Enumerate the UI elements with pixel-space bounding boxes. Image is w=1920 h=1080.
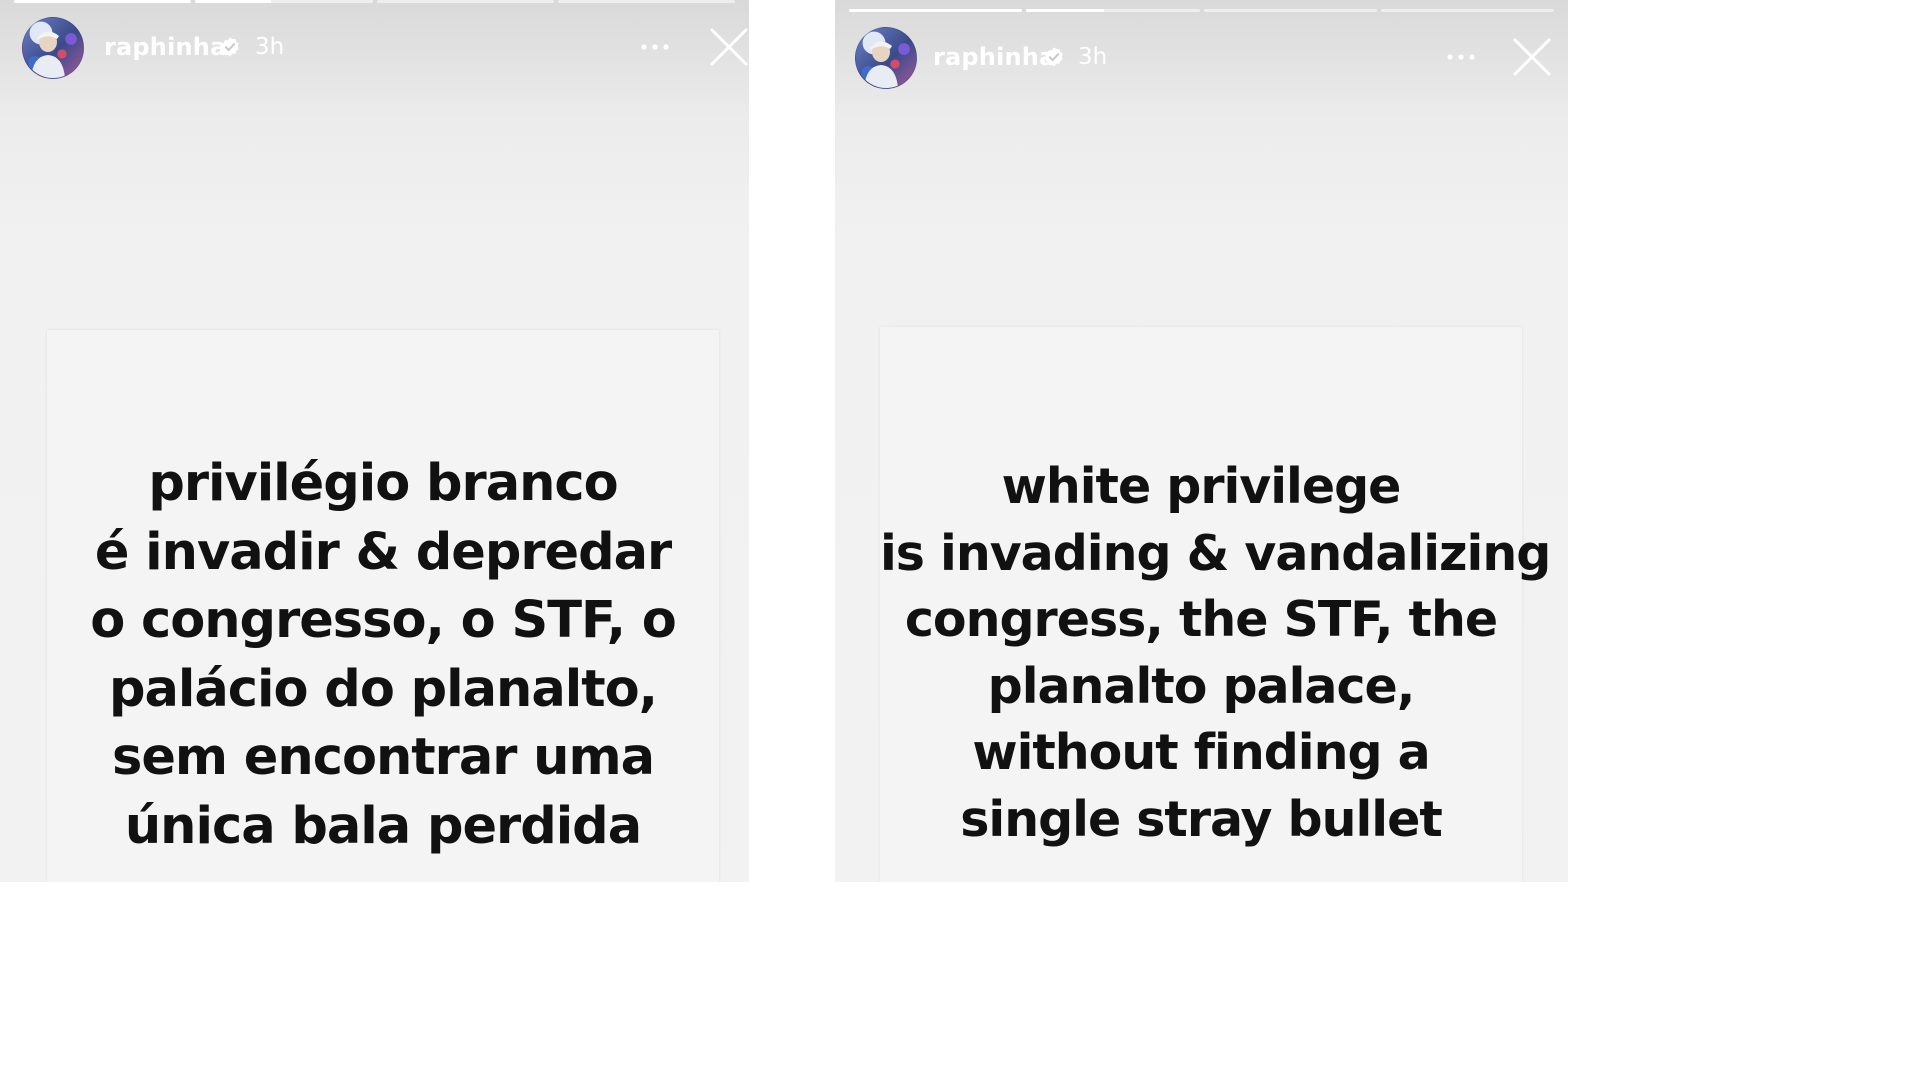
progress-segment [557,0,735,3]
close-icon[interactable] [1512,37,1552,77]
progress-segment [1380,9,1554,12]
avatar[interactable] [22,17,84,79]
verified-badge-icon [221,37,239,57]
more-options-icon[interactable] [638,33,672,61]
progress-segment [14,0,192,3]
text-card: privilégio branco é invadir & depredar o… [47,330,719,882]
verified-badge-icon [1045,47,1063,67]
username[interactable]: raphinha [933,43,1056,71]
username[interactable]: raphinha [104,33,227,61]
progress-segment [376,0,554,3]
message-line: privilégio branco [148,454,618,513]
story-message: white privilege is invading & vandalizin… [880,454,1551,853]
message-line: congress, the STF, the [904,591,1498,648]
post-time: 3h [255,34,285,60]
story-progress-bar [14,0,735,4]
message-line: white privilege [1001,458,1402,515]
story-panel-left: raphinha 3h privilégio branco é invadir … [0,0,749,882]
message-line: única bala perdida [124,796,642,856]
more-options-icon[interactable] [1444,43,1478,71]
message-line: is invading & vandalizing [880,524,1551,582]
message-line: planalto palace, [987,657,1416,715]
message-line: palácio do planalto, [108,659,658,719]
message-line: sem encontrar uma [111,728,655,787]
avatar[interactable] [855,27,917,89]
message-line: é invadir & depredar [94,522,672,582]
progress-segment [849,9,1023,12]
progress-segment [1026,9,1200,12]
progress-segment [195,0,373,3]
story-panel-right: raphinha 3h white privilege is invading … [835,0,1568,882]
message-line: o congresso, o STF, o [90,591,677,650]
story-progress-bar [849,9,1554,13]
story-message: privilégio branco é invadir & depredar o… [47,450,719,861]
text-card: white privilege is invading & vandalizin… [880,327,1551,882]
story-header: raphinha 3h [0,17,749,79]
post-time: 3h [1078,44,1108,70]
message-line: without finding a [972,724,1430,781]
close-icon[interactable] [709,27,749,67]
progress-segment [1203,9,1377,12]
message-line: single stray bullet [960,790,1443,848]
avatar-person-icon [31,31,65,78]
story-header: raphinha 3h [835,27,1568,89]
avatar-person-icon [864,41,898,88]
